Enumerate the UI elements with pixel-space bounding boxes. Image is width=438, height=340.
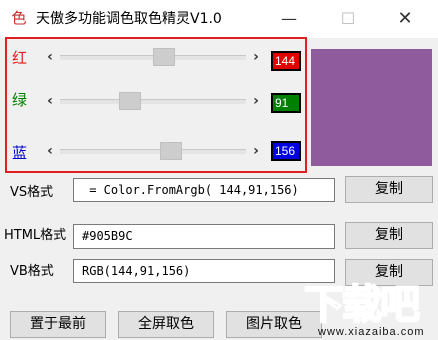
- chevron-left-icon[interactable]: ‹: [42, 46, 58, 68]
- slider-track[interactable]: [60, 99, 246, 104]
- chevron-right-icon[interactable]: ›: [248, 140, 264, 162]
- slider-thumb[interactable]: [152, 48, 175, 66]
- html-format-field[interactable]: #905B9C: [73, 224, 335, 249]
- copy-html-button[interactable]: 复制: [345, 222, 433, 249]
- red-value-box[interactable]: 144: [271, 51, 301, 71]
- watermark-url: www.xiazaiba.com: [318, 326, 425, 338]
- fullscreen-pick-button[interactable]: 全屏取色: [118, 311, 214, 338]
- vs-format-label: VS格式: [10, 185, 54, 200]
- color-icon: 色: [11, 9, 27, 27]
- topmost-button[interactable]: 置于最前: [10, 311, 106, 338]
- vs-format-field[interactable]: = Color.FromArgb( 144,91,156): [73, 178, 335, 202]
- color-preview-swatch: [311, 49, 432, 166]
- close-button[interactable]: ✕: [382, 0, 428, 38]
- maximize-button[interactable]: ☐: [325, 0, 371, 38]
- chevron-right-icon[interactable]: ›: [248, 90, 264, 112]
- green-slider[interactable]: ‹ ›: [42, 90, 264, 112]
- red-slider[interactable]: ‹ ›: [42, 46, 264, 68]
- blue-value-box[interactable]: 156: [271, 141, 301, 161]
- window-title: 天傲多功能调色取色精灵V1.0: [36, 11, 222, 27]
- watermark-text: 下载吧: [303, 282, 421, 328]
- chevron-left-icon[interactable]: ‹: [42, 140, 58, 162]
- vb-format-field[interactable]: RGB(144,91,156): [73, 259, 335, 283]
- chevron-right-icon[interactable]: ›: [248, 46, 264, 68]
- blue-channel-label: 蓝: [12, 144, 28, 162]
- html-format-label: HTML格式: [4, 228, 67, 243]
- vb-format-label: VB格式: [10, 264, 54, 279]
- slider-thumb[interactable]: [160, 142, 183, 160]
- slider-thumb[interactable]: [118, 92, 141, 110]
- title-bar: 色 天傲多功能调色取色精灵V1.0 — ☐ ✕: [0, 0, 438, 38]
- copy-vs-button[interactable]: 复制: [345, 176, 433, 203]
- slider-track[interactable]: [60, 149, 246, 154]
- blue-slider[interactable]: ‹ ›: [42, 140, 264, 162]
- green-value-box[interactable]: 91: [271, 93, 301, 113]
- red-channel-label: 红: [12, 49, 28, 67]
- watermark-logo: 下载吧 www.xiazaiba.com: [300, 282, 438, 340]
- minimize-button[interactable]: —: [266, 0, 312, 38]
- chevron-left-icon[interactable]: ‹: [42, 90, 58, 112]
- green-channel-label: 绿: [12, 91, 28, 109]
